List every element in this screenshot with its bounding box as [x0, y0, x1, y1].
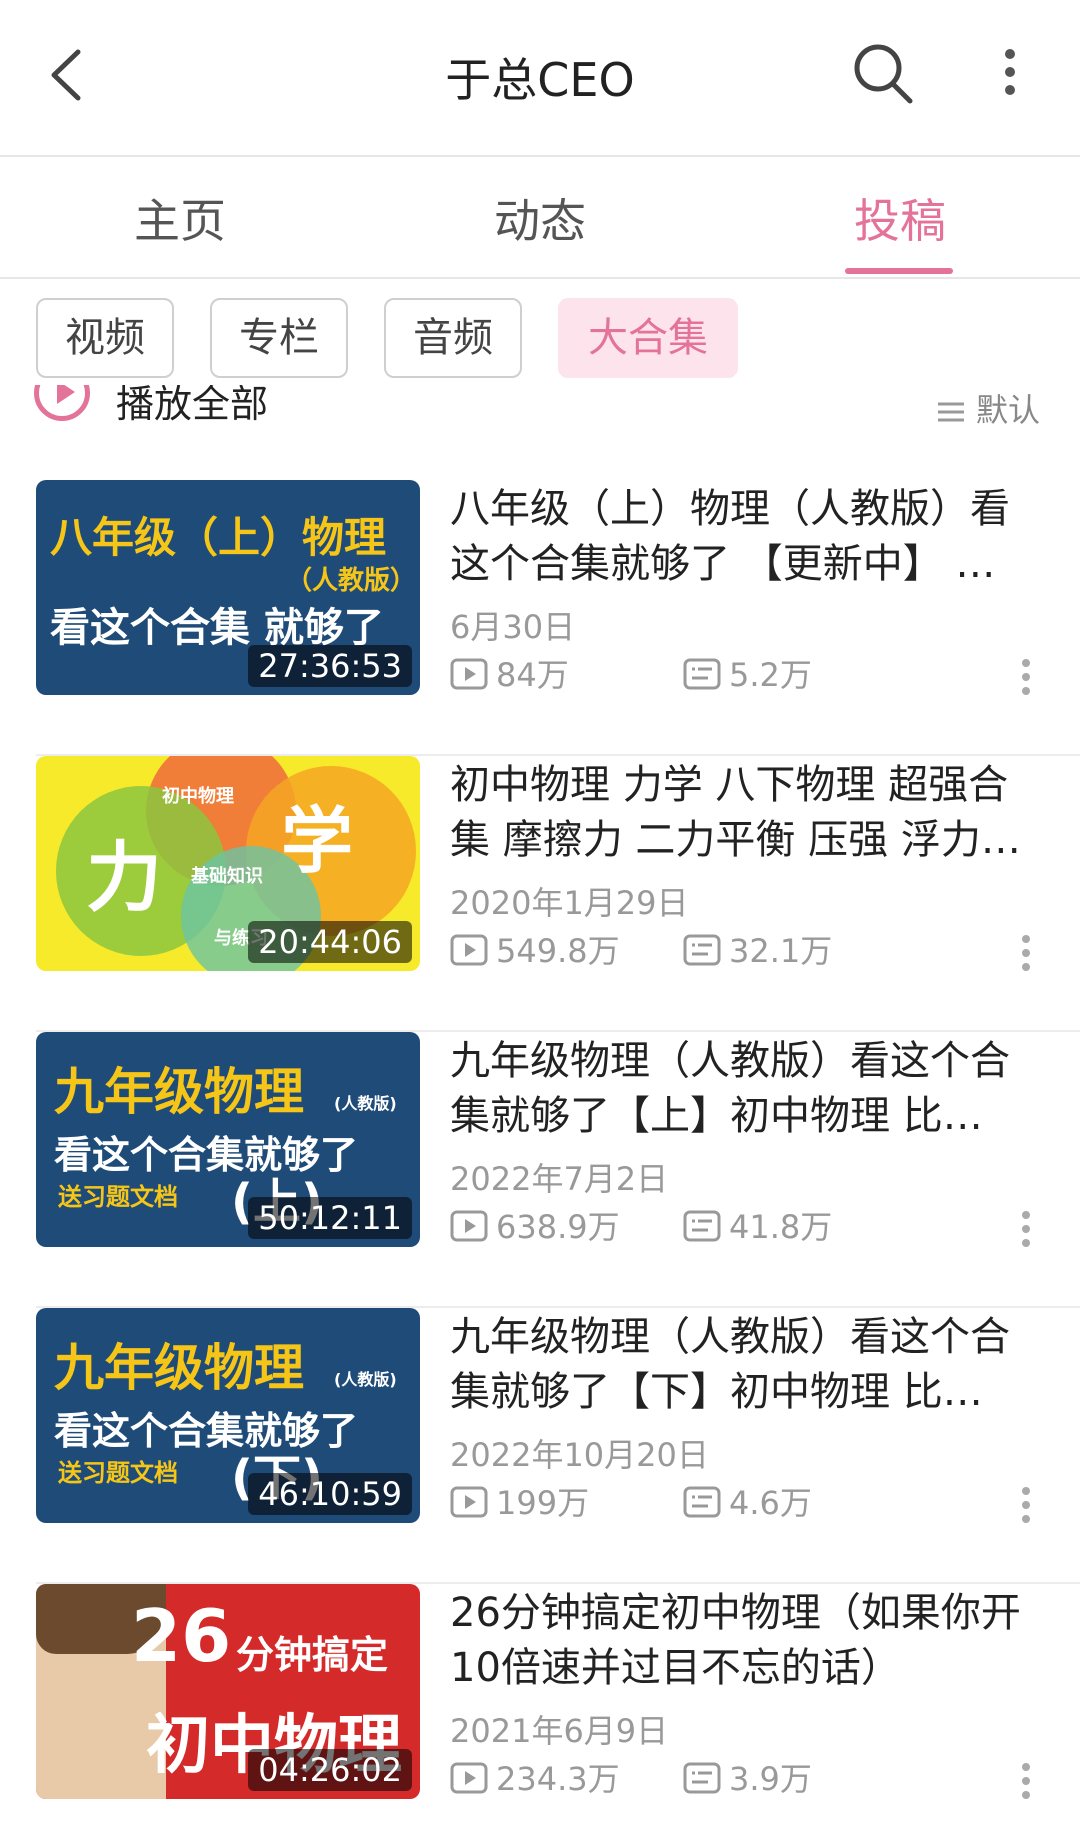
thumbnail-text: 学: [281, 799, 354, 883]
thumbnail-text: 26: [131, 1594, 232, 1678]
danmaku-icon: [683, 934, 721, 966]
danmaku-icon: [683, 1210, 721, 1242]
tab-home[interactable]: 主页: [70, 185, 290, 251]
video-date: 2022年10月20日: [450, 1436, 709, 1474]
more-options-button[interactable]: [990, 40, 1030, 110]
play-count-icon: [450, 1486, 488, 1518]
video-thumbnail[interactable]: 九年级物理 (人教版) 看这个合集就够了 送习题文档 (下) 46:10:59: [36, 1308, 420, 1523]
video-title[interactable]: 26分钟搞定初中物理（如果你开10倍速并过目不忘的话）: [450, 1586, 1040, 1696]
list-item[interactable]: 八年级（上）物理 （人教版） 看这个合集 就够了 27:36:53 八年级（上）…: [0, 480, 1080, 756]
duration-badge: 46:10:59: [248, 1473, 412, 1515]
sort-list-icon: [937, 402, 964, 422]
play-count-icon: [450, 934, 488, 966]
play-count: 638.9万: [450, 1202, 620, 1248]
video-date: 2022年7月2日: [450, 1160, 669, 1198]
thumbnail-text: 基础知识: [191, 866, 263, 887]
play-count-icon: [450, 1210, 488, 1242]
search-button[interactable]: [850, 38, 916, 108]
video-title[interactable]: 九年级物理（人教版）看这个合集就够了【上】初中物理 比…: [450, 1034, 1040, 1144]
danmaku-count-value: 5.2万: [729, 656, 812, 694]
video-thumbnail[interactable]: 八年级（上）物理 （人教版） 看这个合集 就够了 27:36:53: [36, 480, 420, 695]
danmaku-count: 41.8万: [683, 1202, 832, 1248]
page-title: 于总CEO: [445, 53, 635, 107]
play-count-value: 199万: [496, 1484, 590, 1522]
list-item[interactable]: 力 学 初中物理 基础知识 与练习 20:44:06 初中物理 力学 八下物理 …: [0, 756, 1080, 1032]
more-vertical-icon: [1005, 49, 1015, 95]
filter-audio[interactable]: 音频: [384, 298, 522, 378]
danmaku-icon: [683, 658, 721, 690]
video-date: 2020年1月29日: [450, 884, 689, 922]
filter-chips: 视频 专栏 音频 大合集: [0, 298, 1080, 380]
thumbnail-text: 送习题文档: [58, 1183, 178, 1211]
danmaku-icon: [683, 1486, 721, 1518]
thumbnail-text: (人教版): [334, 1094, 397, 1113]
list-item[interactable]: 九年级物理 (人教版) 看这个合集就够了 送习题文档 (下) 46:10:59 …: [0, 1308, 1080, 1584]
tab-dynamic[interactable]: 动态: [430, 185, 650, 251]
list-item[interactable]: 九年级物理 (人教版) 看这个合集就够了 送习题文档 (上) 50:12:11 …: [0, 1032, 1080, 1308]
danmaku-count-value: 41.8万: [729, 1208, 833, 1246]
thumbnail-text: （人教版）: [286, 566, 417, 596]
play-count-value: 234.3万: [496, 1760, 620, 1798]
thumbnail-text: 九年级物理: [54, 1063, 304, 1121]
top-bar: 于总CEO: [0, 0, 1080, 155]
filter-collection[interactable]: 大合集: [558, 298, 738, 378]
more-vertical-icon[interactable]: [1016, 1759, 1036, 1809]
tab-submissions[interactable]: 投稿: [790, 185, 1010, 251]
play-count-value: 549.8万: [496, 932, 620, 970]
active-tab-indicator: [845, 268, 953, 274]
tabs-divider: [0, 277, 1080, 279]
play-count: 84万: [450, 650, 569, 696]
filter-column[interactable]: 专栏: [210, 298, 348, 378]
video-thumbnail[interactable]: 九年级物理 (人教版) 看这个合集就够了 送习题文档 (上) 50:12:11: [36, 1032, 420, 1247]
thumbnail-text: (人教版): [334, 1370, 397, 1389]
play-all-icon[interactable]: [34, 385, 90, 421]
play-count-value: 638.9万: [496, 1208, 620, 1246]
play-count: 234.3万: [450, 1754, 620, 1800]
search-icon: [854, 44, 913, 104]
video-title[interactable]: 八年级（上）物理（人教版）看这个合集就够了 【更新中】 …: [450, 482, 1040, 592]
thumbnail-text: 初中物理: [162, 786, 234, 807]
list-item[interactable]: 26 分钟搞定 初中物理 04:26:02 26分钟搞定初中物理（如果你开10倍…: [0, 1584, 1080, 1845]
more-vertical-icon[interactable]: [1016, 1483, 1036, 1533]
profile-tabs: 主页 动态 投稿: [0, 157, 1080, 277]
danmaku-count: 32.1万: [683, 926, 832, 972]
play-count: 199万: [450, 1478, 589, 1524]
danmaku-count: 4.6万: [683, 1478, 812, 1524]
video-date: 2021年6月9日: [450, 1712, 669, 1750]
thumbnail-text: 力: [86, 833, 162, 922]
duration-badge: 50:12:11: [248, 1197, 412, 1239]
play-count: 549.8万: [450, 926, 620, 972]
danmaku-count: 3.9万: [683, 1754, 812, 1800]
danmaku-icon: [683, 1762, 721, 1794]
filter-video[interactable]: 视频: [36, 298, 174, 378]
video-thumbnail[interactable]: 力 学 初中物理 基础知识 与练习 20:44:06: [36, 756, 420, 971]
sort-label: 默认: [975, 391, 1040, 429]
play-count-icon: [450, 1762, 488, 1794]
duration-badge: 20:44:06: [248, 921, 412, 963]
danmaku-count-value: 4.6万: [729, 1484, 812, 1522]
danmaku-count-value: 3.9万: [729, 1760, 812, 1798]
video-date: 6月30日: [450, 608, 576, 646]
danmaku-count-value: 32.1万: [729, 932, 833, 970]
thumbnail-text: 八年级（上）物理: [50, 513, 387, 562]
thumbnail-text: 九年级物理: [54, 1339, 304, 1397]
sort-button[interactable]: 默认: [936, 385, 1040, 431]
more-vertical-icon[interactable]: [1016, 655, 1036, 705]
video-thumbnail[interactable]: 26 分钟搞定 初中物理 04:26:02: [36, 1584, 420, 1799]
duration-badge: 27:36:53: [248, 645, 412, 687]
thumbnail-text: 分钟搞定: [236, 1633, 389, 1677]
video-title[interactable]: 九年级物理（人教版）看这个合集就够了【下】初中物理 比…: [450, 1310, 1040, 1420]
play-count-icon: [450, 658, 488, 690]
play-all-row: 播放全部 默认: [0, 385, 1080, 435]
duration-badge: 04:26:02: [248, 1749, 412, 1791]
more-vertical-icon[interactable]: [1016, 1207, 1036, 1257]
play-count-value: 84万: [496, 656, 569, 694]
play-all-label[interactable]: 播放全部: [116, 385, 268, 428]
more-vertical-icon[interactable]: [1016, 931, 1036, 981]
danmaku-count: 5.2万: [683, 650, 812, 696]
video-title[interactable]: 初中物理 力学 八下物理 超强合集 摩擦力 二力平衡 压强 浮力…: [450, 758, 1040, 868]
thumbnail-text: 送习题文档: [58, 1459, 178, 1487]
